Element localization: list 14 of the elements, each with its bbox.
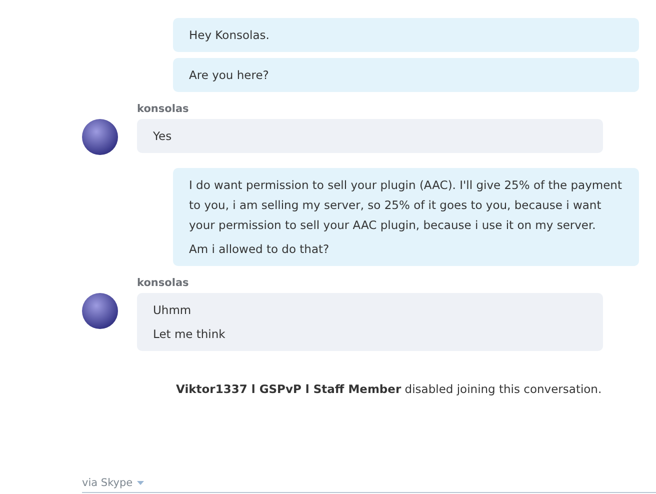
- caret-icon: [136, 480, 144, 484]
- avatar[interactable]: [82, 293, 118, 329]
- message-text: Uhmm: [153, 302, 192, 319]
- via-skype-link[interactable]: via Skype: [82, 476, 133, 488]
- avatar[interactable]: [82, 119, 118, 155]
- message-text: Hey Konsolas.: [189, 27, 270, 44]
- message-text: Am i allowed to do that?: [189, 241, 330, 258]
- sender-name: konsolas: [136, 277, 190, 289]
- message-text: I do want permission to sell your plugin (AAC). I'll give 25% of the payment to you, i am selling my server, so 25% of it goes to you, because i want your permission to sell your AAC plugin, because i use it on my server.: [189, 177, 623, 234]
- message-text: Let me think: [153, 326, 226, 343]
- sender-name: konsolas: [136, 103, 190, 115]
- message-text: Are you here?: [189, 67, 270, 84]
- message-text: Yes: [153, 128, 173, 145]
- system-notice: Viktor1337 l GSPvP l Staff Member disabled joining this conversation.: [176, 382, 602, 396]
